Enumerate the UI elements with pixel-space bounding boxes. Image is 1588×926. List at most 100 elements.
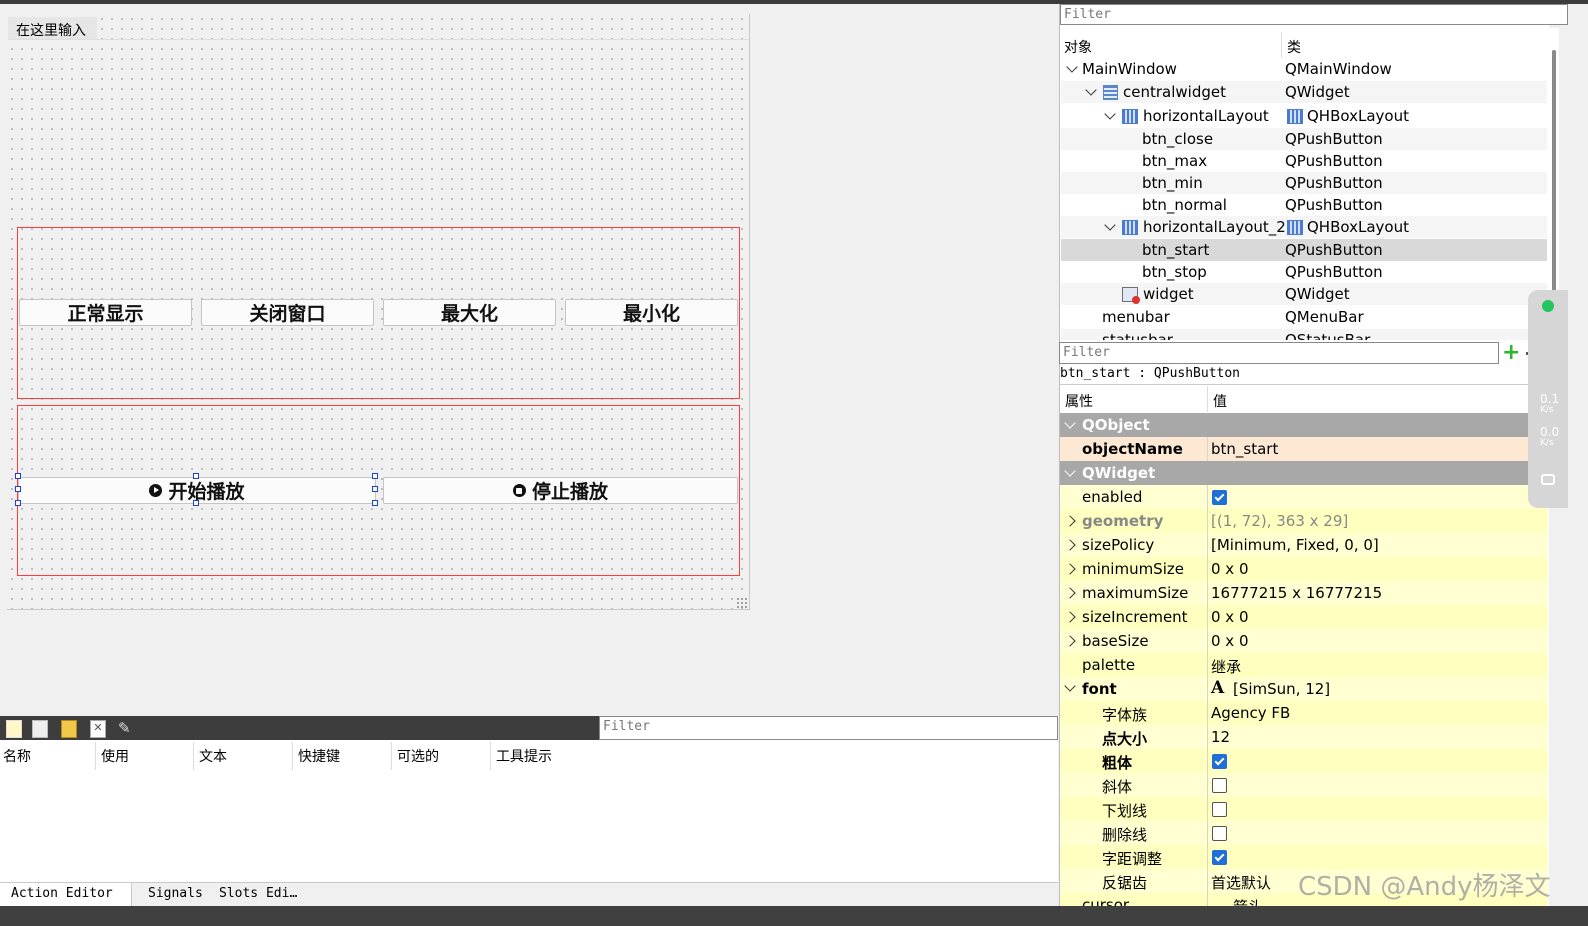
prop-geometry[interactable]: geometry [(1, 72), 363 x 29] (1060, 509, 1548, 534)
prop-value[interactable]: 继承 (1211, 656, 1241, 677)
selection-handle[interactable] (15, 473, 21, 479)
col-checkable[interactable]: 可选的 (397, 746, 439, 766)
chevron-right-icon[interactable] (1064, 539, 1076, 551)
prop-font-family[interactable]: 字体族 Agency FB (1060, 701, 1548, 726)
network-speed-widget[interactable]: 0.1 K/s 0.0 K/s (1528, 290, 1568, 508)
prop-bold[interactable]: 粗体 (1060, 749, 1548, 774)
prop-point-size[interactable]: 点大小 12 (1060, 725, 1548, 750)
prop-strikeout[interactable]: 删除线 (1060, 821, 1548, 846)
selection-handle[interactable] (15, 500, 21, 506)
chevron-right-icon[interactable] (1064, 563, 1076, 575)
tree-row[interactable]: btn_max QPushButton (1061, 150, 1547, 172)
enabled-checkbox[interactable] (1212, 490, 1227, 505)
col-used[interactable]: 使用 (101, 746, 129, 766)
prop-underline[interactable]: 下划线 (1060, 797, 1548, 822)
prop-baseSize[interactable]: baseSize 0 x 0 (1060, 629, 1548, 654)
col-object-header[interactable]: 对象 (1064, 37, 1092, 57)
chevron-down-icon[interactable] (1085, 84, 1097, 96)
tree-row[interactable]: btn_normal QPushButton (1061, 194, 1547, 216)
chevron-right-icon[interactable] (1064, 587, 1076, 599)
tab-action-editor[interactable]: Action Editor (0, 883, 132, 907)
tree-row[interactable]: statusbar QStatusBar (1061, 329, 1547, 340)
selection-handle[interactable] (372, 500, 378, 506)
chevron-right-icon[interactable] (1064, 515, 1076, 527)
selection-handle[interactable] (372, 486, 378, 492)
prop-minimumSize[interactable]: minimumSize 0 x 0 (1060, 557, 1548, 582)
tree-row[interactable]: btn_min QPushButton (1061, 172, 1547, 194)
scrollbar-thumb[interactable] (1552, 50, 1556, 320)
tree-row[interactable]: widget QWidget (1061, 283, 1547, 305)
chevron-down-icon[interactable] (1104, 108, 1116, 120)
tab-signals-slots[interactable]: Signals (148, 886, 203, 901)
chevron-right-icon[interactable] (1064, 635, 1076, 647)
tree-row[interactable]: MainWindow QMainWindow (1061, 58, 1547, 80)
chevron-right-icon[interactable] (1064, 611, 1076, 623)
prop-sizePolicy[interactable]: sizePolicy [Minimum, Fixed, 0, 0] (1060, 533, 1548, 558)
btn-close[interactable]: 关闭窗口 (201, 299, 374, 326)
italic-checkbox[interactable] (1212, 778, 1227, 793)
configure-icon[interactable]: ✎ (118, 720, 136, 736)
col-class-header[interactable]: 类 (1287, 37, 1301, 57)
tree-row-selected[interactable]: btn_start QPushButton (1061, 239, 1547, 261)
prop-value[interactable]: btn_start (1211, 440, 1278, 458)
property-filter-input[interactable]: Filter (1059, 342, 1499, 364)
prop-palette[interactable]: palette 继承 (1060, 653, 1548, 678)
resize-grip[interactable] (736, 597, 747, 608)
chevron-down-icon[interactable] (1064, 417, 1076, 429)
bold-checkbox[interactable] (1212, 754, 1227, 769)
col-property-header[interactable]: 属性 (1065, 391, 1093, 411)
col-name[interactable]: 名称 (3, 746, 31, 766)
prop-value[interactable]: 首选默认 (1211, 872, 1271, 893)
prop-value[interactable]: 16777215 x 16777215 (1211, 584, 1382, 602)
btn-normal[interactable]: 正常显示 (19, 299, 192, 326)
paste-icon[interactable] (61, 720, 77, 738)
tree-row[interactable]: menubar QMenuBar (1061, 306, 1547, 328)
camera-icon[interactable] (1541, 474, 1555, 485)
chevron-down-icon[interactable] (1104, 219, 1116, 231)
prop-objectName[interactable]: objectName btn_start (1060, 437, 1548, 462)
delete-icon[interactable]: ✕ (90, 720, 106, 738)
prop-value[interactable]: [SimSun, 12] (1233, 680, 1330, 698)
chevron-down-icon[interactable] (1066, 61, 1078, 73)
group-qwidget[interactable]: QWidget (1060, 461, 1548, 486)
btn-stop[interactable]: 停止播放 (383, 477, 738, 504)
tab-slots-editor[interactable]: Slots Edi… (219, 886, 297, 901)
chevron-down-icon[interactable] (1064, 465, 1076, 477)
prop-value[interactable]: Agency FB (1211, 704, 1290, 722)
prop-value[interactable]: [(1, 72), 363 x 29] (1211, 512, 1348, 530)
prop-value[interactable]: 12 (1211, 728, 1230, 746)
prop-font[interactable]: font A [SimSun, 12] (1060, 677, 1548, 702)
col-shortcut[interactable]: 快捷键 (298, 746, 340, 766)
tree-row[interactable]: horizontalLayout_2 QHBoxLayout (1061, 216, 1547, 238)
selection-handle[interactable] (193, 473, 199, 479)
new-action-icon[interactable] (6, 720, 22, 738)
menubar-type-here[interactable]: 在这里输入 (8, 17, 97, 39)
group-qobject[interactable]: QObject (1060, 413, 1548, 438)
col-tooltip[interactable]: 工具提示 (496, 746, 552, 766)
prop-italic[interactable]: 斜体 (1060, 773, 1548, 798)
tree-row[interactable]: horizontalLayout QHBoxLayout (1061, 105, 1547, 127)
add-dynamic-property-icon[interactable]: + (1502, 342, 1520, 364)
prop-value[interactable]: 0 x 0 (1211, 608, 1249, 626)
object-filter-input[interactable]: Filter (1060, 4, 1568, 25)
prop-value[interactable]: [Minimum, Fixed, 0, 0] (1211, 536, 1379, 554)
col-value-header[interactable]: 值 (1213, 391, 1227, 411)
prop-value[interactable]: 0 x 0 (1211, 560, 1249, 578)
btn-min[interactable]: 最小化 (565, 299, 738, 326)
prop-value[interactable]: 0 x 0 (1211, 632, 1249, 650)
prop-maximumSize[interactable]: maximumSize 16777215 x 16777215 (1060, 581, 1548, 606)
selection-handle[interactable] (372, 473, 378, 479)
col-text[interactable]: 文本 (199, 746, 227, 766)
kerning-checkbox[interactable] (1212, 850, 1227, 865)
selection-handle[interactable] (193, 500, 199, 506)
prop-sizeIncrement[interactable]: sizeIncrement 0 x 0 (1060, 605, 1548, 630)
copy-icon[interactable] (32, 720, 48, 738)
underline-checkbox[interactable] (1212, 802, 1227, 817)
action-filter-input[interactable]: Filter (599, 716, 1058, 740)
tree-row[interactable]: btn_stop QPushButton (1061, 261, 1547, 283)
tree-row[interactable]: btn_close QPushButton (1061, 128, 1547, 150)
prop-enabled[interactable]: enabled (1060, 485, 1548, 510)
strikeout-checkbox[interactable] (1212, 826, 1227, 841)
chevron-down-icon[interactable] (1064, 680, 1076, 692)
selection-handle[interactable] (15, 486, 21, 492)
